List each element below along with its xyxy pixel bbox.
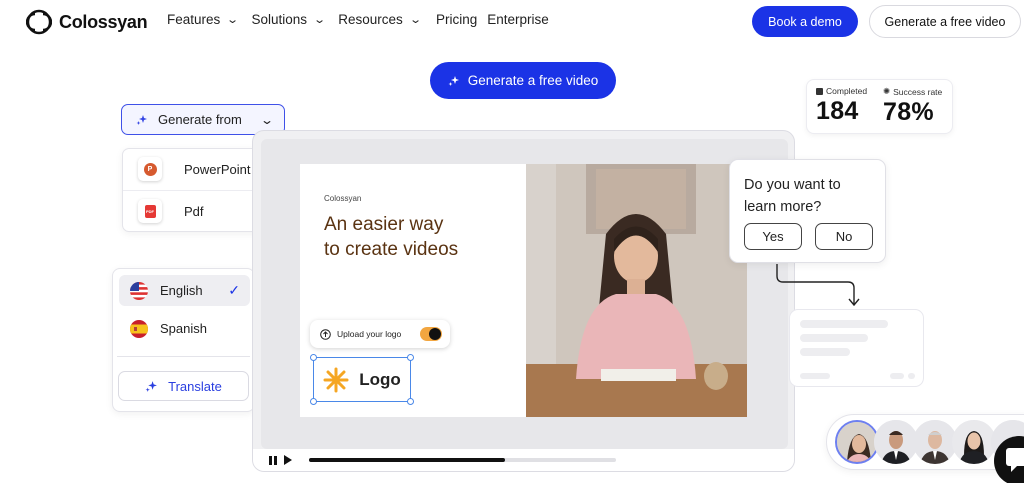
nav-resources[interactable]: Resources ⌄ (338, 12, 422, 27)
main-nav: Features ⌄ Solutions ⌄ Resources ⌄ Pricing … (167, 12, 549, 27)
avatar-option[interactable] (952, 420, 996, 464)
success-rate-label: Success rate (893, 86, 943, 97)
stat-success-rate: ✺ Success rate 78% (883, 86, 942, 127)
avatar-option[interactable] (835, 420, 879, 464)
nav-resources-label: Resources (338, 12, 403, 27)
chat-widget-button[interactable] (994, 436, 1024, 483)
resize-handle[interactable] (310, 398, 317, 405)
question-line-1: Do you want to (744, 177, 841, 193)
play-icon[interactable] (283, 455, 293, 465)
us-flag-icon (130, 281, 148, 300)
slide-brand: Colossyan (324, 194, 362, 203)
arrow-connector-icon (776, 264, 860, 307)
chevron-down-icon: ⌄ (259, 112, 275, 127)
stats-card: Completed 184 ✺ Success rate 78% (806, 79, 953, 134)
translate-button[interactable]: Translate (118, 371, 249, 401)
placeholder-card (789, 309, 924, 387)
generate-free-video-button[interactable]: Generate a free video (430, 62, 616, 99)
generate-free-video-label: Generate a free video (467, 73, 599, 88)
upload-icon (320, 328, 331, 340)
chevron-down-icon: ⌄ (226, 14, 240, 26)
nav-enterprise-label: Enterprise (487, 12, 549, 27)
success-icon: ✺ (883, 86, 891, 96)
nav-enterprise[interactable]: Enterprise (487, 12, 549, 27)
spain-flag-icon (130, 319, 148, 338)
nav-features-label: Features (167, 12, 221, 27)
powerpoint-icon: P (138, 157, 162, 181)
language-label-spanish: Spanish (160, 321, 207, 336)
slide-title-line-2: to create videos (324, 239, 459, 260)
placeholder-line (800, 320, 888, 328)
stat-completed: Completed 184 (816, 86, 867, 126)
question-line-2: learn more? (744, 199, 822, 215)
language-option-spanish[interactable]: Spanish (119, 313, 250, 344)
sparkle-icon (145, 380, 158, 392)
nav-solutions[interactable]: Solutions ⌄ (251, 12, 327, 27)
player-controls (253, 449, 794, 471)
chat-icon (1006, 448, 1024, 472)
nav-solutions-label: Solutions (251, 12, 308, 27)
language-label-english: English (160, 283, 203, 298)
upload-logo-label: Upload your logo (337, 329, 402, 339)
language-option-english[interactable]: English ✓ (119, 275, 250, 306)
generate-free-video-header-button[interactable]: Generate a free video (869, 5, 1021, 38)
upload-logo-toggle[interactable]: Upload your logo (310, 320, 450, 348)
brand-name: Colossyan (59, 11, 148, 32)
divider (117, 356, 250, 357)
placeholder-line (800, 334, 868, 342)
placeholder-line (800, 373, 830, 379)
question-text: Do you want to learn more? (744, 174, 841, 218)
slide-title: An easier way to create videos (324, 212, 458, 262)
chevron-down-icon: ⌄ (408, 14, 422, 26)
source-label-pdf: Pdf (184, 203, 204, 219)
toggle-switch[interactable] (420, 327, 442, 341)
resize-handle[interactable] (310, 354, 317, 361)
nav-pricing[interactable]: Pricing (436, 12, 477, 27)
colossyan-logo-icon (26, 9, 52, 35)
pause-icon[interactable] (269, 455, 277, 465)
progress-fill (309, 458, 506, 462)
resize-handle[interactable] (407, 398, 414, 405)
resize-handle[interactable] (407, 354, 414, 361)
placeholder-line (908, 373, 915, 379)
pdf-badge: PDF (144, 204, 156, 218)
yes-button[interactable]: Yes (744, 223, 802, 250)
avatar-option[interactable] (913, 420, 957, 464)
nav-features[interactable]: Features ⌄ (167, 12, 240, 27)
powerpoint-badge: P (143, 162, 157, 176)
translate-label: Translate (168, 378, 222, 394)
success-rate-value: 78% (883, 98, 934, 126)
nav-pricing-label: Pricing (436, 12, 478, 27)
interactive-question-card: Do you want to learn more? Yes No (729, 159, 886, 263)
asterisk-logo-icon (323, 367, 349, 392)
sparkle-icon (448, 75, 459, 86)
generate-from-label: Generate from (158, 112, 242, 127)
completed-label: Completed (826, 86, 868, 96)
logo-text: Logo (359, 369, 401, 389)
book-demo-button[interactable]: Book a demo (752, 6, 858, 37)
source-label-powerpoint: PowerPoint (184, 161, 251, 177)
language-selector: English ✓ Spanish Translate (112, 268, 255, 412)
sparkle-icon (136, 114, 147, 125)
logo-placeholder[interactable]: Logo (310, 354, 414, 405)
brand-logo[interactable]: Colossyan (26, 9, 148, 35)
completed-icon (816, 87, 823, 95)
slide-title-line-1: An easier way (324, 214, 444, 235)
completed-value: 184 (816, 97, 859, 125)
pdf-icon: PDF (138, 199, 162, 223)
progress-bar[interactable] (309, 458, 616, 462)
no-button[interactable]: No (815, 223, 873, 250)
presenter-image (526, 164, 747, 417)
avatar-option[interactable] (874, 420, 918, 464)
chevron-down-icon: ⌄ (313, 14, 327, 26)
checkmark-icon: ✓ (228, 282, 240, 298)
placeholder-line (800, 348, 850, 356)
placeholder-line (890, 373, 904, 379)
